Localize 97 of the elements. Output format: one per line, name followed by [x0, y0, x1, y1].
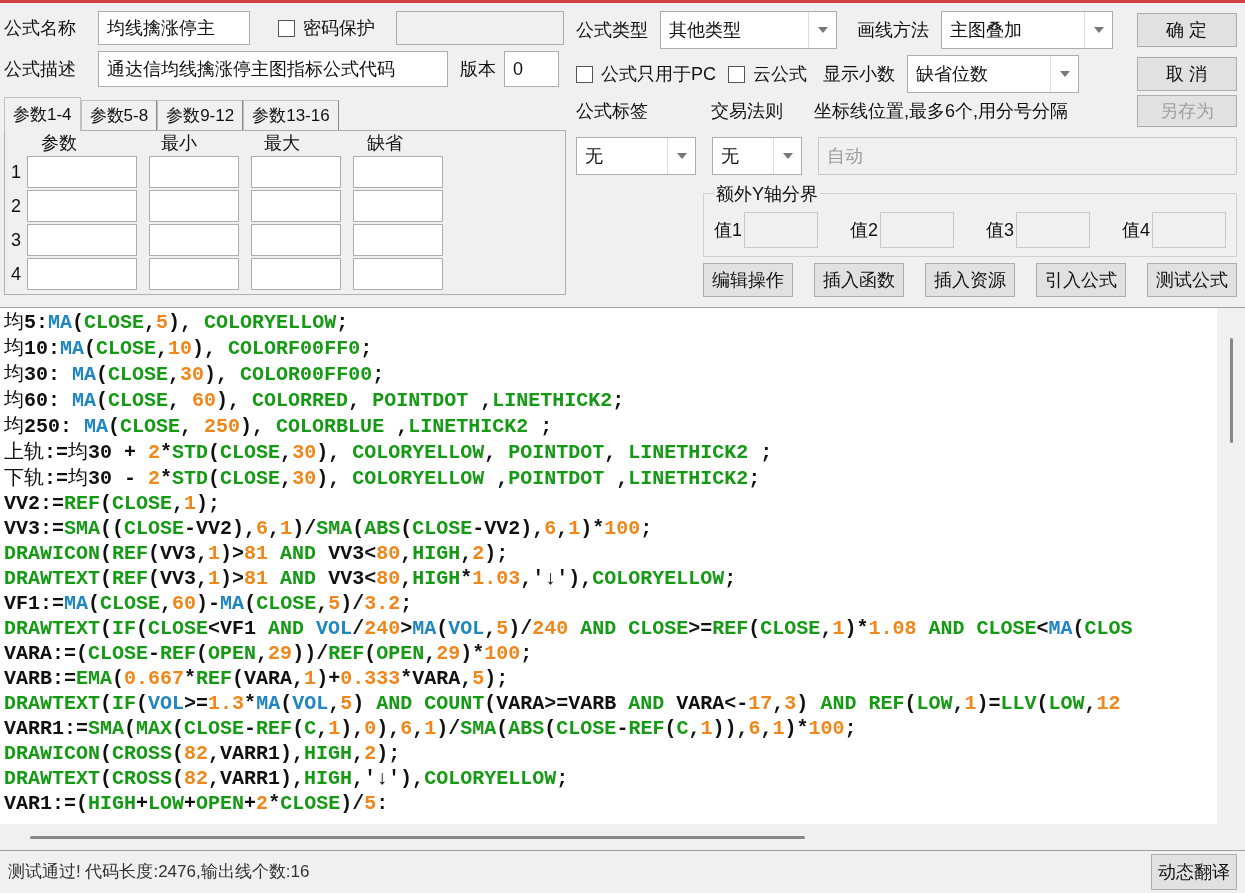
- version-field[interactable]: 0: [504, 51, 559, 87]
- button[interactable]: 动态翻译: [1151, 854, 1237, 890]
- column-header: 缺省: [366, 131, 404, 155]
- button[interactable]: 编辑操作: [703, 263, 793, 297]
- checkbox[interactable]: [576, 65, 593, 83]
- tab[interactable]: 参数5-8: [80, 100, 158, 130]
- param-field[interactable]: [353, 156, 443, 188]
- param-field[interactable]: [27, 224, 137, 256]
- param-field[interactable]: [251, 258, 341, 290]
- code-line: DRAWICON(REF(VV3,1)>81 AND VV3<80,HIGH,2);: [4, 541, 509, 566]
- checkbox-label: 云公式: [753, 62, 807, 86]
- dropdown[interactable]: 缺省位数: [907, 55, 1079, 93]
- code-line: 下轨:=均30 - 2*STD(CLOSE,30), COLORYELLOW ,POINTDOT ,LINETHICK2;: [4, 465, 761, 491]
- value-field[interactable]: [1016, 212, 1090, 248]
- column-header: 最大: [263, 131, 301, 155]
- column-header: 参数: [40, 131, 78, 155]
- field-label: 显示小数: [823, 62, 895, 86]
- button[interactable]: 引入公式: [1036, 263, 1126, 297]
- code-line: VF1:=MA(CLOSE,60)-MA(CLOSE,5)/3.2;: [4, 591, 413, 616]
- field-label: 交易法则: [711, 100, 784, 123]
- code-line: VV2:=REF(CLOSE,1);: [4, 491, 221, 516]
- caret-icon: [1093, 27, 1104, 33]
- code-line: 均10:MA(CLOSE,10), COLORF00FF0;: [4, 335, 373, 361]
- row-number: 1: [11, 160, 22, 184]
- field-label: 公式类型: [576, 18, 648, 42]
- row-number: 2: [11, 194, 22, 218]
- caret-icon: [782, 153, 793, 159]
- param-field[interactable]: [353, 258, 443, 290]
- tab[interactable]: 参数1-4: [4, 97, 81, 131]
- caret-icon: [1059, 71, 1070, 77]
- field-label: 版本: [460, 57, 496, 81]
- button[interactable]: 测试公式: [1147, 263, 1237, 297]
- password-field[interactable]: [396, 11, 564, 45]
- horizontal-scrollbar[interactable]: [0, 824, 1245, 850]
- dropdown[interactable]: 无: [576, 137, 696, 175]
- row-number: 3: [11, 228, 22, 252]
- field-label: 值2: [850, 218, 878, 242]
- dropdown[interactable]: 主图叠加: [941, 11, 1113, 49]
- param-field[interactable]: [27, 156, 137, 188]
- code-line: 上轨:=均30 + 2*STD(CLOSE,30), COLORYELLOW, POINTDOT, LINETHICK2 ;: [4, 439, 773, 465]
- field-label: 值3: [985, 218, 1014, 242]
- code-line: VARR1:=SMA(MAX(CLOSE-REF(C,1),0),6,1)/SMA(ABS(CLOSE-REF(C,1)),6,1)*100;: [4, 716, 857, 741]
- code-line: 均60: MA(CLOSE, 60), COLORRED, POINTDOT ,LINETHICK2;: [4, 387, 625, 413]
- name-field[interactable]: 均线擒涨停主: [98, 11, 250, 45]
- code-line: DRAWTEXT(IF(VOL>=1.3*MA(VOL,5) AND COUNT(VARA>=VARB AND VARA<-17,3) AND REF(LOW,1)=LLV(LOW,12: [4, 691, 1121, 716]
- value-field[interactable]: [1151, 212, 1226, 248]
- checkbox[interactable]: [728, 65, 745, 83]
- tab[interactable]: 参数13-16: [243, 100, 339, 130]
- value-field[interactable]: [880, 212, 954, 248]
- button[interactable]: 插入函数: [814, 263, 904, 297]
- button[interactable]: 插入资源: [925, 263, 1015, 297]
- param-field[interactable]: [149, 258, 239, 290]
- field-label: 公式名称: [4, 16, 77, 40]
- code-line: DRAWTEXT(IF(CLOSE<VF1 AND VOL/240>MA(VOL,5)/240 AND CLOSE>=REF(CLOSE,1)*1.08 AND CLOSE<MA(CLOS: [4, 616, 1133, 641]
- code-line: DRAWICON(CROSS(82,VARR1),HIGH,2);: [4, 741, 401, 766]
- param-field[interactable]: [149, 224, 239, 256]
- tab[interactable]: 参数9-12: [157, 100, 244, 130]
- code-line: 均5:MA(CLOSE,5), COLORYELLOW;: [4, 309, 349, 335]
- code-editor[interactable]: [0, 307, 1245, 850]
- caret-icon: [817, 27, 828, 33]
- param-field[interactable]: [149, 190, 239, 222]
- checkbox-label: 密码保护: [303, 16, 375, 40]
- code-line: VARA:=(CLOSE-REF(OPEN,29))/REF(OPEN,29)*100;: [4, 641, 533, 666]
- param-field[interactable]: [353, 224, 443, 256]
- param-field[interactable]: [251, 156, 341, 188]
- field-label: 值1: [714, 218, 742, 242]
- code-line: 均250: MA(CLOSE, 250), COLORBLUE ,LINETHICK2 ;: [4, 413, 553, 439]
- button[interactable]: 确 定: [1137, 13, 1237, 47]
- row-number: 4: [11, 262, 22, 286]
- code-line: DRAWTEXT(CROSS(82,VARR1),HIGH,'↓'),COLORYELLOW;: [4, 766, 569, 791]
- dropdown[interactable]: 无: [712, 137, 802, 175]
- field-label: 公式标签: [576, 100, 649, 123]
- param-field[interactable]: [251, 224, 341, 256]
- field-label: 值4: [1121, 218, 1150, 242]
- button[interactable]: 取 消: [1137, 57, 1237, 91]
- field-label: 坐标线位置,最多6个,用分号分隔: [814, 100, 1068, 123]
- vertical-scrollbar[interactable]: [1217, 308, 1245, 824]
- code-line: VAR1:=(HIGH+LOW+OPEN+2*CLOSE)/5:: [4, 791, 389, 816]
- field-label: 画线方法: [857, 18, 929, 42]
- checkbox-label: 公式只用于PC: [601, 62, 716, 86]
- code-line: DRAWTEXT(REF(VV3,1)>81 AND VV3<80,HIGH*1.03,'↓'),COLORYELLOW;: [4, 566, 737, 591]
- code-line: 均30: MA(CLOSE,30), COLOR00FF00;: [4, 361, 385, 387]
- param-field[interactable]: [353, 190, 443, 222]
- dropdown[interactable]: 其他类型: [660, 11, 837, 49]
- value-field[interactable]: [744, 212, 818, 248]
- status-text: 测试通过! 代码长度:2476,输出线个数:16: [8, 861, 310, 884]
- param-field[interactable]: [27, 258, 137, 290]
- checkbox[interactable]: [278, 19, 295, 37]
- column-header: 最小: [160, 131, 198, 155]
- description-field[interactable]: 通达信均线擒涨停主图指标公式代码: [98, 51, 448, 87]
- param-field[interactable]: [251, 190, 341, 222]
- field-label: 公式描述: [4, 57, 77, 81]
- caret-icon: [676, 153, 687, 159]
- param-field[interactable]: [149, 156, 239, 188]
- code-line: VARB:=EMA(0.667*REF(VARA,1)+0.333*VARA,5);: [4, 666, 509, 691]
- code-line: VV3:=SMA((CLOSE-VV2),6,1)/SMA(ABS(CLOSE-VV2),6,1)*100;: [4, 516, 653, 541]
- param-field[interactable]: [27, 190, 137, 222]
